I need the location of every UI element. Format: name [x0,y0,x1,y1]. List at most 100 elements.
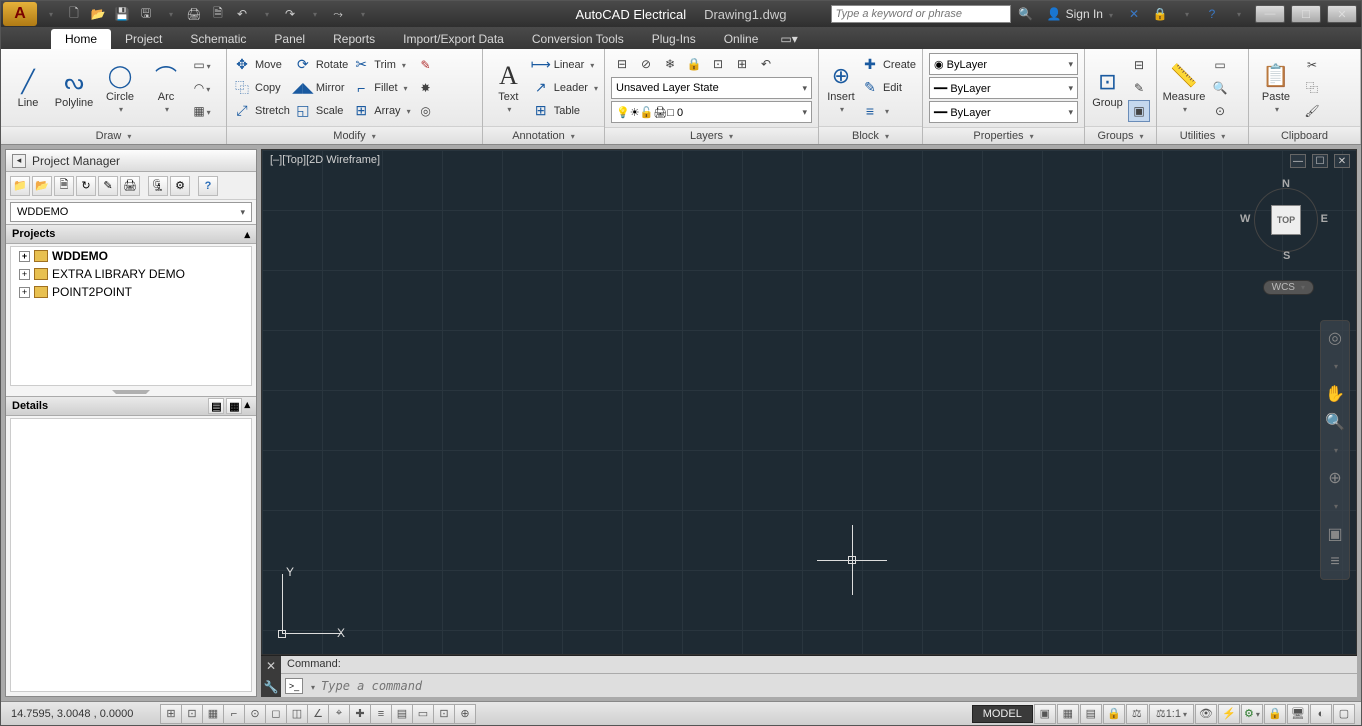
trim-button[interactable]: ✂Trim [352,54,410,76]
edit-attr-button[interactable]: ≡ [861,100,916,122]
app-logo[interactable]: A [3,2,37,26]
pm-close-button[interactable]: ◂ [12,154,26,168]
collapse-up-icon[interactable]: ▴ [244,398,250,414]
nav-showmotion-icon[interactable]: ▣ [1324,523,1346,545]
copy-clip-button[interactable]: ⿻ [1301,77,1323,99]
details-view1-button[interactable]: ▤ [208,398,224,414]
pm-project-tree[interactable]: +WDDEMO +EXTRA LIBRARY DEMO +POINT2POINT [10,246,252,386]
tab-plugins[interactable]: Plug-Ins [638,29,710,49]
sb-grid-button[interactable]: ▦ [202,704,224,724]
minimize-button[interactable]: — [1255,5,1285,23]
circle-button[interactable]: ◯Circle [99,53,141,123]
table-button[interactable]: ⊞Table [532,100,598,122]
model-space-button[interactable]: MODEL [972,705,1033,723]
sb-annoauto-button[interactable]: ⚡ [1218,704,1240,724]
tree-item-extra-library[interactable]: +EXTRA LIBRARY DEMO [11,265,251,283]
sb-infer-button[interactable]: ⊞ [160,704,182,724]
drawing-canvas[interactable]: [–][Top][2D Wireframe] — ☐ ✕ TOP N E S W… [261,149,1357,655]
hatch-button[interactable]: ▦ [191,100,213,122]
ungroup-button[interactable]: ⊟ [1128,54,1150,76]
viewport-maximize-button[interactable]: ☐ [1312,154,1328,168]
group-button[interactable]: ⊡Group [1091,53,1124,123]
search-icon[interactable]: 🔍 [1015,4,1037,24]
sb-isolate-button[interactable]: ◐ [1310,704,1332,724]
sb-annoscale-button[interactable]: 🔒 [1103,704,1125,724]
sb-polar-button[interactable]: ⊙ [244,704,266,724]
pm-new-project-button[interactable]: 📁 [10,176,30,196]
signin-button[interactable]: 👤Sign In [1041,7,1119,21]
qat-customize-arrow[interactable] [351,4,373,24]
pm-zip-button[interactable]: 🗜 [148,176,168,196]
sb-ortho-button[interactable]: ⌐ [223,704,245,724]
viewcube-w[interactable]: W [1240,213,1250,225]
maximize-button[interactable]: ☐ [1291,5,1321,23]
sb-lwt-button[interactable]: ≡ [370,704,392,724]
sb-snap-button[interactable]: ⊡ [181,704,203,724]
stayconnected-arrow[interactable] [1175,4,1197,24]
viewcube[interactable]: TOP N E S W [1246,180,1326,260]
offset-button[interactable]: ◎ [415,100,437,122]
pm-projects-header[interactable]: Projects▴ [6,224,256,244]
match-prop-button[interactable]: 🖌 [1301,100,1323,122]
viewcube-face[interactable]: TOP [1271,205,1301,235]
sb-ducs-button[interactable]: ⌖ [328,704,350,724]
color-dropdown[interactable]: ◉ ByLayer [929,53,1078,75]
viewport-label[interactable]: [–][Top][2D Wireframe] [270,154,380,166]
tab-conversion[interactable]: Conversion Tools [518,29,638,49]
panel-groups-label[interactable]: Groups [1085,126,1156,144]
tab-project[interactable]: Project [111,29,176,49]
pm-current-project-dropdown[interactable]: WDDEMO [10,202,252,222]
sb-am-button[interactable]: ⊕ [454,704,476,724]
pm-plot-button[interactable]: ⚙ [170,176,190,196]
pm-refresh-button[interactable]: ↻ [76,176,96,196]
pm-task-button[interactable]: ✎ [98,176,118,196]
app-menu-arrow[interactable] [39,4,61,24]
qat-saveas-icon[interactable]: 🖫 [135,4,157,24]
tab-online[interactable]: Online [710,29,773,49]
line-button[interactable]: ╱Line [7,53,49,123]
id-point-button[interactable]: ⊙ [1209,100,1231,122]
sb-otrack-button[interactable]: ∠ [307,704,329,724]
sb-qp-button[interactable]: ▭ [412,704,434,724]
qat-open-icon[interactable]: 📂 [87,4,109,24]
paste-button[interactable]: 📋Paste [1255,53,1297,123]
tab-reports[interactable]: Reports [319,29,389,49]
pm-help-button[interactable]: ? [198,176,218,196]
panel-block-label[interactable]: Block [819,126,922,144]
nav-wheel-icon[interactable]: ◎ [1324,327,1346,349]
stretch-button[interactable]: ⤢Stretch [233,100,290,122]
nav-pan-icon[interactable]: ✋ [1324,383,1346,405]
lineweight-dropdown[interactable]: ━━ ByLayer [929,77,1078,99]
tab-import-export[interactable]: Import/Export Data [389,29,518,49]
measure-button[interactable]: 📏Measure [1163,53,1205,123]
tree-expand-icon[interactable]: + [19,269,30,280]
help-icon[interactable]: ? [1201,4,1223,24]
wcs-badge[interactable]: WCS [1263,280,1314,295]
layer-match-button[interactable]: ⊞ [731,53,753,75]
select-all-button[interactable]: ▭ [1209,54,1231,76]
arc-button[interactable]: ⌒Arc [145,53,187,123]
sb-sc-button[interactable]: ⊡ [433,704,455,724]
sb-quickview-button[interactable]: ▦ [1057,704,1079,724]
panel-utilities-label[interactable]: Utilities [1157,126,1248,144]
linetype-dropdown[interactable]: ━━ ByLayer [929,101,1078,123]
tree-expand-icon[interactable]: + [19,251,30,262]
layer-current-dropdown[interactable]: 💡☀🔓🖨□ 0 [611,101,812,123]
tab-panel[interactable]: Panel [260,29,319,49]
infocenter-search-input[interactable] [831,5,1011,23]
leader-button[interactable]: ↗Leader [532,77,598,99]
sb-scale-dropdown[interactable]: ⚖ 1:1 [1149,704,1194,724]
command-input[interactable] [321,679,1353,693]
help-arrow[interactable] [1227,4,1249,24]
sb-toolbar-lock-button[interactable]: 🔒 [1264,704,1286,724]
qat-redo-icon[interactable]: ↷ [279,4,301,24]
nav-wheel-arrow[interactable] [1324,355,1346,377]
ellipse-button[interactable]: ◠ [191,77,213,99]
sb-layout-button[interactable]: ▣ [1034,704,1056,724]
qat-new-icon[interactable]: 🗋 [63,4,85,24]
cut-button[interactable]: ✂ [1301,54,1323,76]
sb-annovis-button[interactable]: 👁 [1195,704,1217,724]
sb-dyn-button[interactable]: ✚ [349,704,371,724]
panel-layers-label[interactable]: Layers [605,127,818,144]
sb-quickview-layouts-button[interactable]: ▤ [1080,704,1102,724]
